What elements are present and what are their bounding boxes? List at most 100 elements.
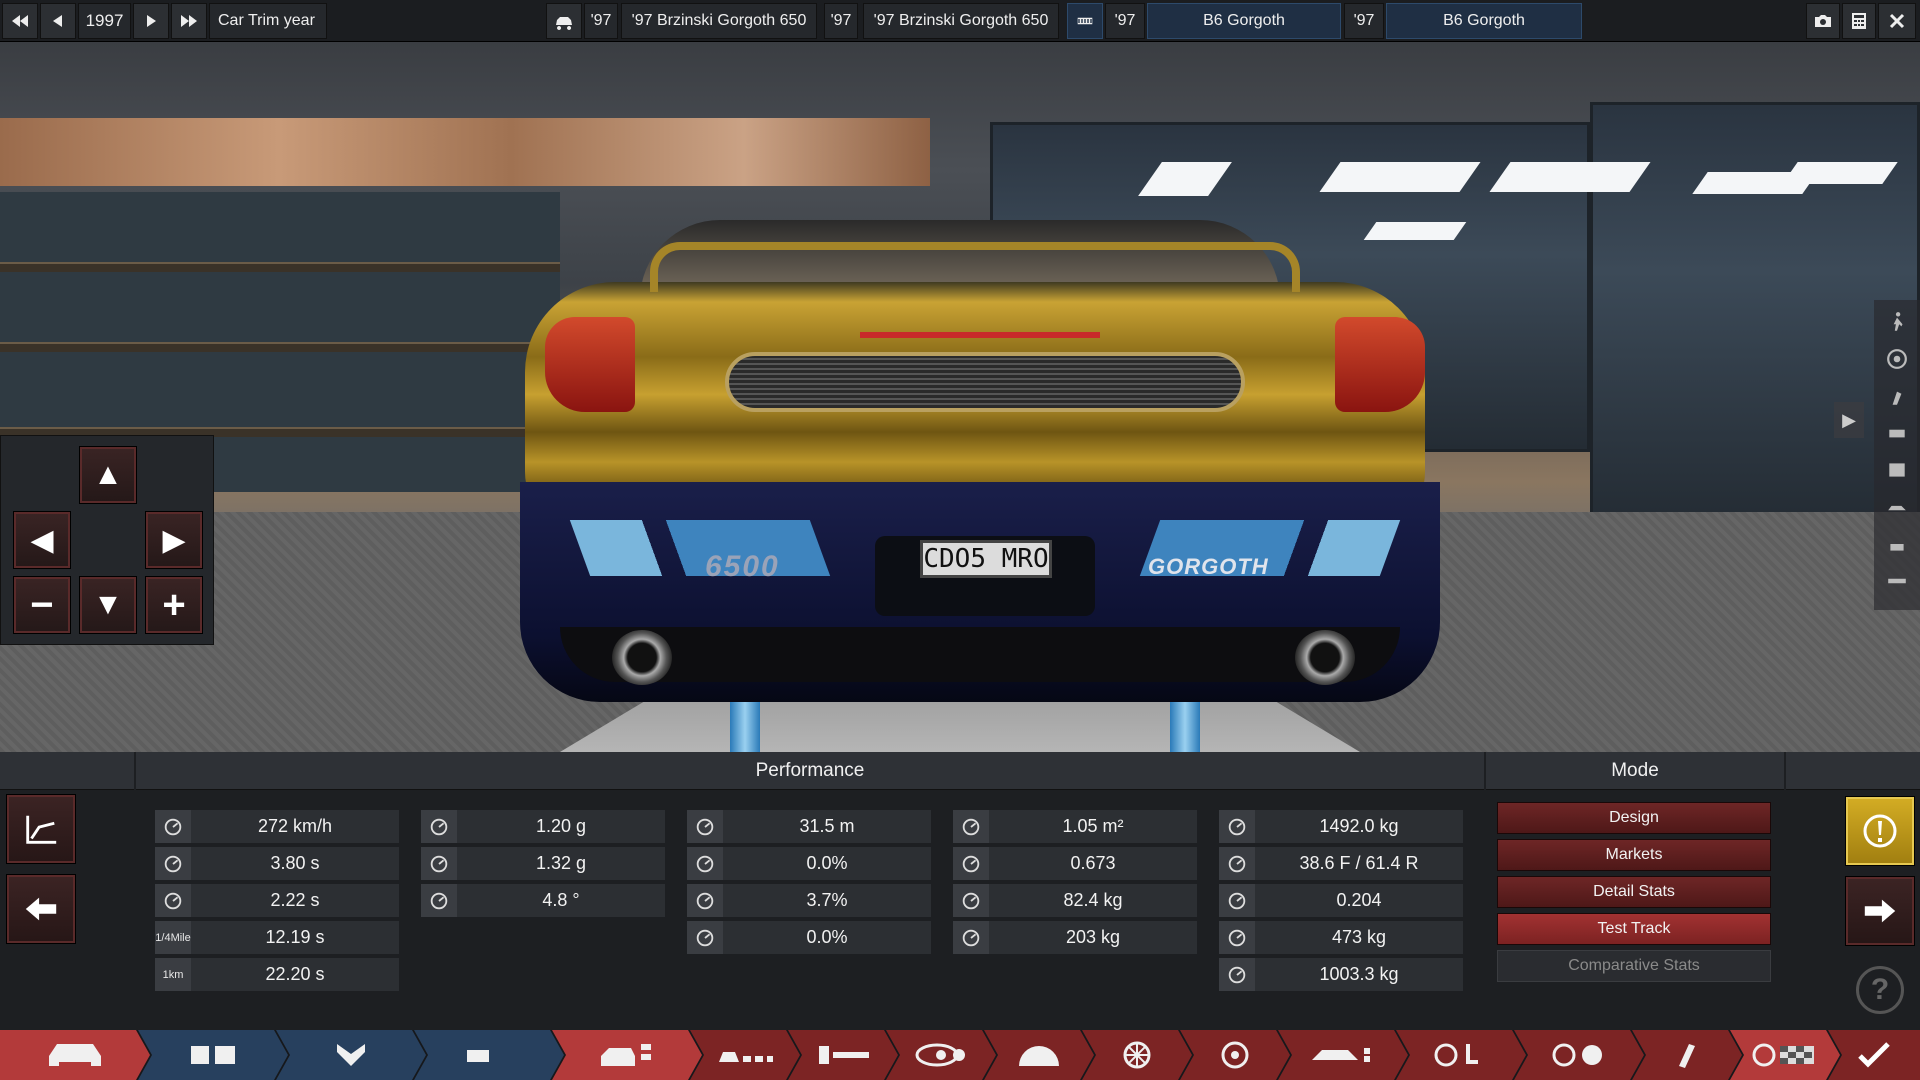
skip-forward-icon	[181, 15, 197, 27]
car-side-icon	[1888, 505, 1906, 511]
calculator-button[interactable]	[1842, 3, 1876, 39]
distance-icon: 1 km	[155, 958, 191, 991]
graph-icon	[26, 815, 57, 844]
left-exhaust	[612, 630, 672, 685]
tab-drivetrain[interactable]	[886, 1030, 996, 1080]
plus-icon: +	[162, 582, 186, 627]
help-button[interactable]: ?	[1856, 966, 1904, 1014]
mode-comparative-stats-button[interactable]: Comparative Stats	[1497, 950, 1771, 982]
panel-view-button[interactable]	[1881, 455, 1913, 485]
slot4-year: '97	[1344, 3, 1384, 39]
stat-cell: 3.80 s	[155, 847, 399, 880]
camera-right-button[interactable]: ▶	[145, 511, 203, 569]
main-tabs	[0, 1030, 1920, 1080]
braking-distance-icon	[687, 810, 723, 843]
prev-year-button[interactable]	[40, 3, 76, 39]
tab-paint[interactable]	[1632, 1030, 1742, 1080]
skip-back-icon	[12, 15, 28, 27]
stats-panel: Performance Mode 272 km/h 3.80 s 2.22 s 1/4…	[0, 752, 1920, 1030]
slot1-year: '97	[584, 3, 618, 39]
zoom-in-button[interactable]: +	[145, 576, 203, 634]
close-button[interactable]	[1878, 3, 1916, 39]
stat-value: 82.4 kg	[1063, 890, 1123, 910]
cornering-low-icon	[421, 810, 457, 843]
chassis-view-button[interactable]	[1881, 566, 1913, 596]
tab-trim[interactable]	[552, 1030, 702, 1080]
tab-engine-top[interactable]	[414, 1030, 564, 1080]
stat-cell: 38.6 F / 61.4 R	[1219, 847, 1463, 880]
spray-icon	[1892, 391, 1902, 405]
tab-tuning[interactable]	[1514, 1030, 1644, 1080]
tab-testing[interactable]	[1730, 1030, 1840, 1080]
tab-suspension[interactable]	[788, 1030, 898, 1080]
graph-button[interactable]	[6, 794, 76, 864]
side-view-button[interactable]	[1881, 492, 1913, 522]
tab-brakes[interactable]	[1180, 1030, 1290, 1080]
brake-lock-icon	[687, 921, 723, 954]
chassis-weight-icon	[1219, 958, 1255, 991]
warnings-button[interactable]	[1845, 796, 1915, 866]
slot3-year: '97	[1105, 3, 1145, 39]
power-to-weight-icon	[1219, 884, 1255, 917]
tab-chassis[interactable]	[690, 1030, 800, 1080]
stat-cell: 1.20 g	[421, 810, 665, 843]
car-viewport[interactable]: 6500 GORGOTH CDO5 MRO ▶	[0, 42, 1920, 752]
next-button[interactable]	[1845, 876, 1915, 946]
car-front-icon	[45, 1040, 105, 1070]
left-header	[0, 752, 134, 790]
camera-left-button[interactable]: ◀	[13, 511, 71, 569]
back-button[interactable]	[6, 874, 76, 944]
mode-test-track-button[interactable]: Test Track	[1497, 913, 1771, 945]
engine-variant-field[interactable]: B6 Gorgoth	[1386, 3, 1582, 39]
expand-strip-button[interactable]: ▶	[1834, 402, 1864, 438]
paint-button[interactable]	[1881, 381, 1913, 411]
top-speed-icon	[155, 810, 191, 843]
last-year-button[interactable]	[171, 3, 207, 39]
rim-icon	[1107, 1040, 1167, 1070]
mode-design-button[interactable]: Design	[1497, 802, 1771, 834]
checkmark-icon	[1858, 1042, 1890, 1068]
engine-view-button[interactable]	[1881, 418, 1913, 448]
mode-markets-button[interactable]: Markets	[1497, 839, 1771, 871]
arrow-forward-icon	[1864, 899, 1896, 923]
mode-detail-stats-button[interactable]: Detail Stats	[1497, 876, 1771, 908]
arrow-left-icon	[53, 15, 62, 27]
zoom-out-button[interactable]: −	[13, 576, 71, 634]
engine-button[interactable]	[1067, 3, 1103, 39]
tab-interior[interactable]	[1396, 1030, 1526, 1080]
tab-engine-bottom[interactable]	[276, 1030, 426, 1080]
stat-cell: 31.5 m	[687, 810, 931, 843]
screenshot-button[interactable]	[1806, 3, 1840, 39]
mode-title: Mode	[1486, 752, 1784, 790]
badge-right: GORGOTH	[1148, 554, 1269, 579]
tab-engine-family[interactable]	[138, 1030, 288, 1080]
walk-view-button[interactable]	[1881, 307, 1913, 337]
camera-down-button[interactable]: ▼	[79, 576, 137, 634]
next-year-button[interactable]	[133, 3, 169, 39]
car-model-button[interactable]	[546, 3, 582, 39]
interior-view-button[interactable]	[1881, 529, 1913, 559]
trim-name-field[interactable]: '97 Brzinski Gorgoth 650	[863, 3, 1059, 39]
tab-body[interactable]	[984, 1030, 1094, 1080]
stat-value: 0.0%	[806, 927, 848, 947]
front-downforce-icon	[953, 884, 989, 917]
stat-value: 31.5 m	[799, 816, 855, 836]
stat-value: 1003.3 kg	[1319, 964, 1399, 984]
camera-tools-strip	[1874, 300, 1920, 610]
tab-wheels[interactable]	[1082, 1030, 1192, 1080]
seat-icon	[1890, 544, 1904, 551]
ceiling-light	[1782, 162, 1898, 184]
model-name-field[interactable]: '97 Brzinski Gorgoth 650	[621, 3, 817, 39]
stat-cell: 0.0%	[687, 847, 931, 880]
stat-cell: 1.32 g	[421, 847, 665, 880]
engine-family-field[interactable]: B6 Gorgoth	[1147, 3, 1341, 39]
tab-car-model[interactable]	[0, 1030, 150, 1080]
tab-aero[interactable]	[1278, 1030, 1408, 1080]
first-year-button[interactable]	[2, 3, 38, 39]
arrow-right-icon	[147, 15, 156, 27]
camera-up-button[interactable]: ▲	[79, 446, 137, 504]
arrow-left-icon: ◀	[30, 523, 54, 557]
wheel-view-button[interactable]	[1881, 344, 1913, 374]
badge-left: 6500	[705, 550, 780, 583]
tab-finish[interactable]	[1828, 1030, 1920, 1080]
